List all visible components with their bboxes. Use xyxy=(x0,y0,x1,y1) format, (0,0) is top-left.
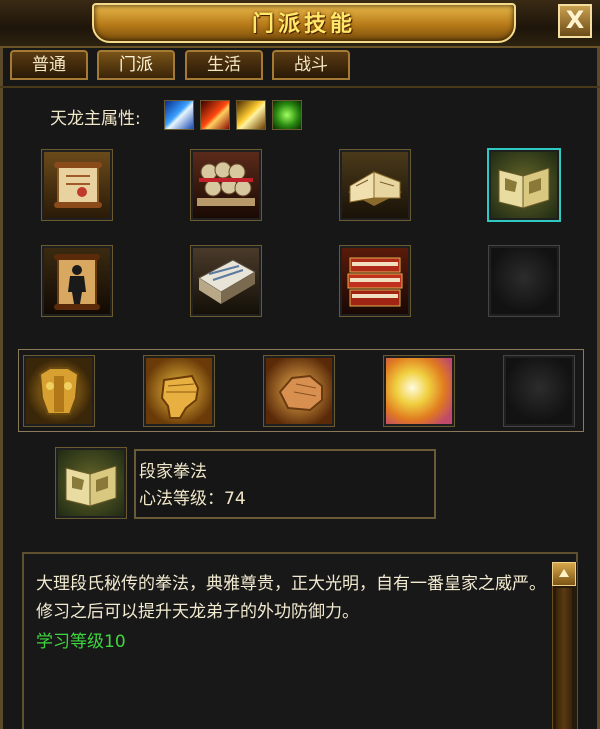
open-book-icon[interactable] xyxy=(339,149,411,221)
scroll-track[interactable] xyxy=(556,588,572,729)
open-book-glowing-icon[interactable] xyxy=(487,148,561,222)
lightning-attribute-icon[interactable] xyxy=(236,100,266,130)
scroll-up-button[interactable] xyxy=(552,562,576,586)
bundled-scrolls-icon[interactable] xyxy=(190,149,262,221)
figure-scroll-icon[interactable] xyxy=(41,245,113,317)
attribute-label: 天龙主属性: xyxy=(50,109,141,129)
tab-common[interactable]: 普通 xyxy=(10,50,88,80)
tab-life[interactable]: 生活 xyxy=(185,50,263,80)
red-books-stack-icon[interactable] xyxy=(339,245,411,317)
window-title: 门派技能 xyxy=(251,12,356,37)
light-burst-icon[interactable] xyxy=(383,355,455,427)
fire-attribute-icon[interactable] xyxy=(200,100,230,130)
palm-icon[interactable] xyxy=(263,355,335,427)
stitched-manual-icon[interactable] xyxy=(190,245,262,317)
selected-skill-icon xyxy=(55,447,127,519)
skill-level: 心法等级：74 xyxy=(139,489,246,509)
skill-name: 段家拳法 xyxy=(139,462,207,482)
ice-attribute-icon[interactable] xyxy=(164,100,194,130)
skill-description: 大理段氏秘传的拳法，典雅尊贵，正大光明，自有一番皇家之威严。修习之后可以提升天龙… xyxy=(36,574,546,622)
empty-slot xyxy=(488,245,560,317)
close-button[interactable]: X xyxy=(558,4,592,38)
tab-combat[interactable]: 战斗 xyxy=(272,50,350,80)
poison-attribute-icon[interactable] xyxy=(272,100,302,130)
golden-armor-icon[interactable] xyxy=(23,355,95,427)
tab-sect[interactable]: 门派 xyxy=(97,50,175,80)
scroll-icon[interactable] xyxy=(41,149,113,221)
learn-level: 学习等级10 xyxy=(36,632,126,652)
empty-slot xyxy=(503,355,575,427)
fist-icon[interactable] xyxy=(143,355,215,427)
